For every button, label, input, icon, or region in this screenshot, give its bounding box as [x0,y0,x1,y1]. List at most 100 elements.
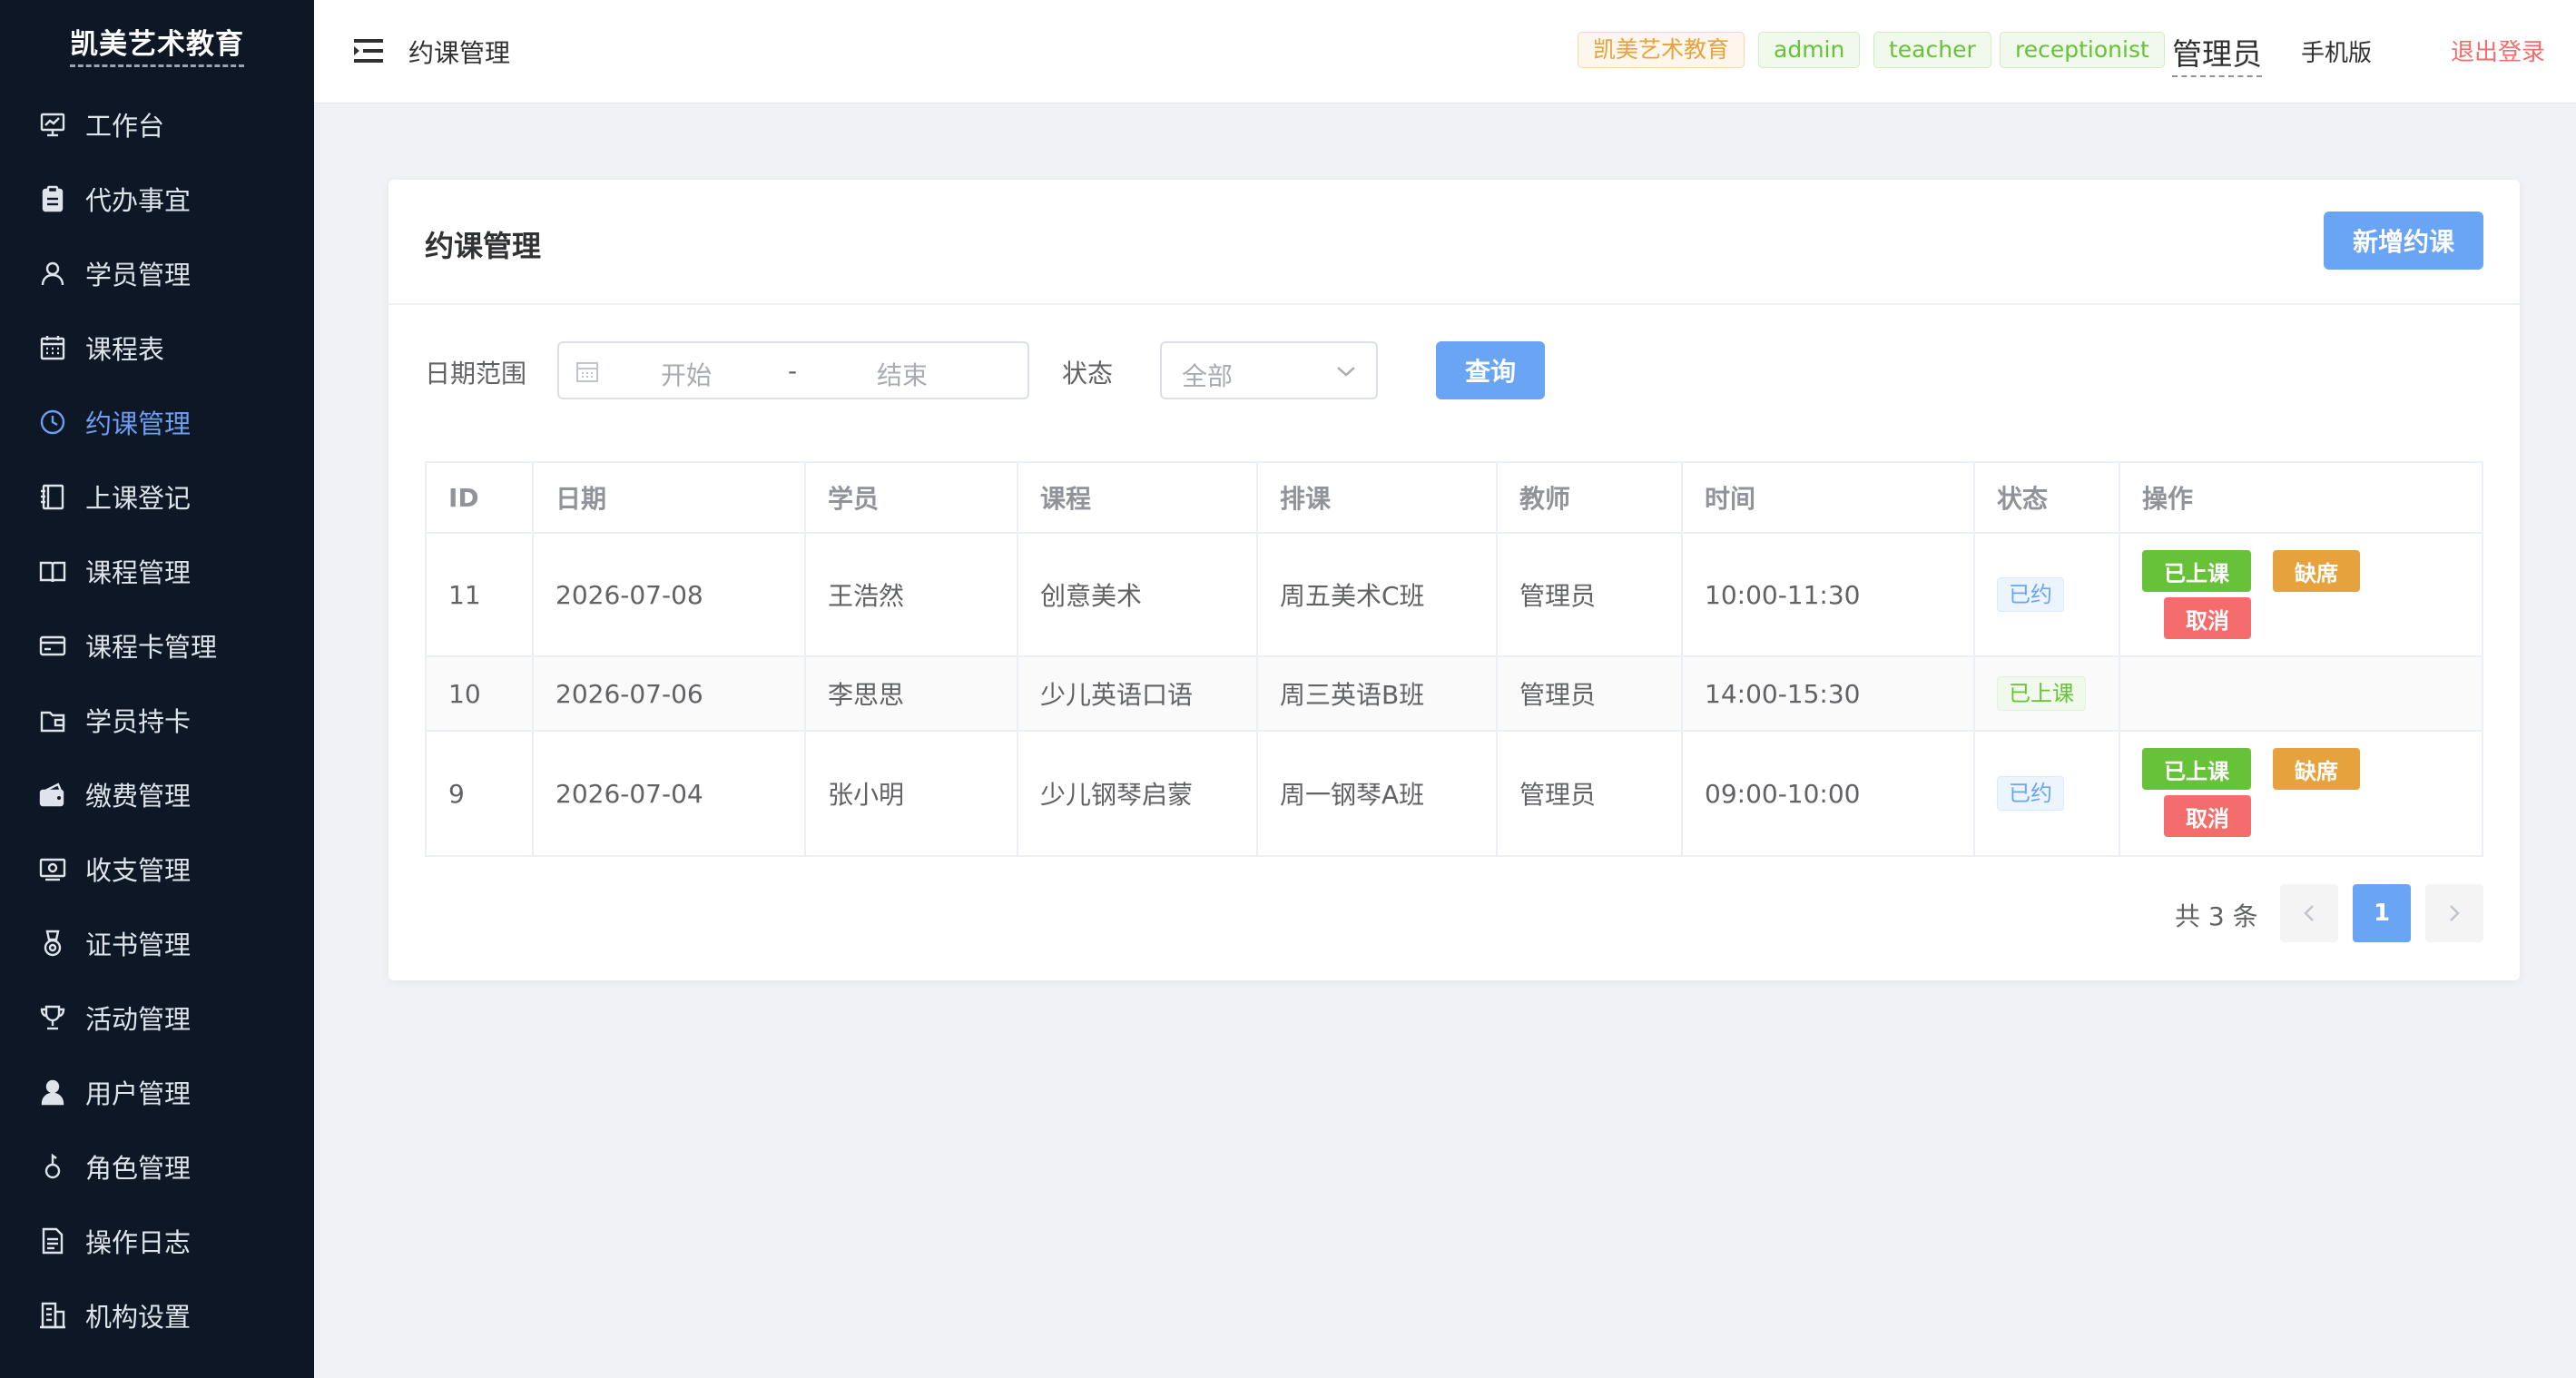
cell-status: 已约 [1975,534,2120,655]
sidebar-item-course-cards[interactable]: 课程卡管理 [0,608,314,683]
sidebar-item-attendance[interactable]: 上课登记 [0,459,314,534]
column-header-time[interactable]: 时间 [1683,463,1975,532]
column-header-student[interactable]: 学员 [806,463,1018,532]
cell-status: 已上课 [1975,657,2120,730]
sidebar-item-payments[interactable]: 缴费管理 [0,757,314,832]
clipboard-icon [38,184,67,213]
cancel-booking-button[interactable]: 取消 [2164,795,2251,837]
cell-actions [2120,657,2482,730]
chevron-right-icon [2450,905,2460,921]
wallet-icon [38,705,67,734]
cell-course: 少儿钢琴启蒙 [1018,732,1258,855]
book-icon [38,556,67,586]
cell-schedule: 周三英语B班 [1258,657,1498,730]
column-header-id[interactable]: ID [427,463,534,532]
column-header-date[interactable]: 日期 [534,463,806,532]
credit-card-icon [38,631,67,660]
mark-absent-button[interactable]: 缺席 [2273,748,2360,790]
role-tag-receptionist: receptionist [2000,32,2165,68]
filter-bar: 日期范围 开始 - 结束 状态 全部 查询 [425,341,2483,399]
pagination-prev-button[interactable] [2280,884,2338,942]
cell-student: 李思思 [806,657,1018,730]
status-badge: 已约 [1997,577,2064,612]
status-select[interactable]: 全部 [1160,341,1378,399]
sidebar-item-label: 活动管理 [85,1004,192,1035]
dashboard-icon [38,110,67,139]
sidebar-item-label: 角色管理 [85,1153,192,1184]
sidebar-item-bookings[interactable]: 约课管理 [0,385,314,459]
sidebar-item-label: 上课登记 [85,483,192,514]
table-row: 10 2026-07-06 李思思 少儿英语口语 周三英语B班 管理员 14:0… [427,657,2482,732]
sidebar-item-logs[interactable]: 操作日志 [0,1204,314,1278]
sidebar-item-finance[interactable]: 收支管理 [0,832,314,906]
sidebar-item-label: 代办事宜 [85,185,192,216]
sidebar-item-students[interactable]: 学员管理 [0,236,314,310]
calendar-icon [575,359,599,383]
cell-date: 2026-07-04 [534,732,806,855]
office-building-icon [38,1301,67,1330]
cell-course: 少儿英语口语 [1018,657,1258,730]
column-header-schedule[interactable]: 排课 [1258,463,1498,532]
column-header-teacher[interactable]: 教师 [1498,463,1683,532]
cell-time: 09:00-10:00 [1683,732,1975,855]
sidebar-item-timetable[interactable]: 课程表 [0,310,314,385]
page-title: 约课管理 [425,229,542,263]
logout-link[interactable]: 退出登录 [2451,34,2545,67]
payment-icon [38,780,67,809]
cell-teacher: 管理员 [1498,534,1683,655]
sidebar-item-activities[interactable]: 活动管理 [0,980,314,1055]
collapse-menu-icon[interactable] [354,38,383,64]
cell-time: 10:00-11:30 [1683,534,1975,655]
date-range-picker[interactable]: 开始 - 结束 [557,341,1029,399]
cell-actions: 已上课 缺席 取消 [2120,534,2482,655]
chevron-left-icon [2304,905,2314,921]
sidebar-item-label: 操作日志 [85,1227,192,1258]
bookings-card: 约课管理 新增约课 日期范围 开始 - 结束 状态 全部 查询 ID 日期 学员… [388,180,2520,980]
user-role-dropdown[interactable]: 管理员 [2172,30,2262,77]
sidebar-item-label: 学员持卡 [85,706,192,737]
brand-logo[interactable]: 凯美艺术教育 [0,0,314,87]
mark-absent-button[interactable]: 缺席 [2273,550,2360,592]
sidebar-item-settings[interactable]: 机构设置 [0,1278,314,1353]
add-booking-button[interactable]: 新增约课 [2324,212,2483,270]
sidebar-item-todo[interactable]: 代办事宜 [0,162,314,236]
brand-name: 凯美艺术教育 [70,21,244,67]
mark-attended-button[interactable]: 已上课 [2142,748,2251,790]
sidebar-item-student-cards[interactable]: 学员持卡 [0,683,314,757]
pagination-page-1[interactable]: 1 [2353,884,2411,942]
date-range-label: 日期范围 [425,359,527,389]
status-badge: 已上课 [1997,676,2086,711]
cell-schedule: 周五美术C班 [1258,534,1498,655]
sidebar-item-courses[interactable]: 课程管理 [0,534,314,608]
status-badge: 已约 [1997,776,2064,811]
query-button[interactable]: 查询 [1436,341,1545,399]
org-tag: 凯美艺术教育 [1578,32,1745,68]
role-tag-teacher: teacher [1873,32,1991,68]
mobile-version-link[interactable]: 手机版 [2301,34,2372,68]
sidebar-item-users[interactable]: 用户管理 [0,1055,314,1129]
pagination-next-button[interactable] [2425,884,2483,942]
sidebar-menu: 工作台 代办事宜 学员管理 课程表 约课管理 上课登记 课程管理 课程卡管理 学… [0,87,314,1353]
start-date-input[interactable]: 开始 [661,356,712,392]
status-label: 状态 [1062,359,1114,389]
mark-attended-button[interactable]: 已上课 [2142,550,2251,592]
trophy-icon [38,1003,67,1032]
cell-date: 2026-07-08 [534,534,806,655]
breadcrumb: 约课管理 [408,38,511,68]
cell-status: 已约 [1975,732,2120,855]
pagination-total: 共 3 条 [2175,901,2258,931]
card-header: 约课管理 新增约课 [388,180,2520,305]
sidebar-item-label: 课程表 [85,334,165,365]
sidebar-item-roles[interactable]: 角色管理 [0,1129,314,1204]
sidebar: 凯美艺术教育 工作台 代办事宜 学员管理 课程表 约课管理 上课登记 课程管理 … [0,0,314,1378]
sidebar-item-certificates[interactable]: 证书管理 [0,906,314,980]
cell-id: 10 [427,657,534,730]
sidebar-item-dashboard[interactable]: 工作台 [0,87,314,162]
table-row: 9 2026-07-04 张小明 少儿钢琴启蒙 周一钢琴A班 管理员 09:00… [427,732,2482,855]
cancel-booking-button[interactable]: 取消 [2164,597,2251,639]
column-header-status[interactable]: 状态 [1975,463,2120,532]
column-header-course[interactable]: 课程 [1018,463,1258,532]
end-date-input[interactable]: 结束 [877,356,928,392]
calendar-icon [38,333,67,362]
cell-student: 王浩然 [806,534,1018,655]
